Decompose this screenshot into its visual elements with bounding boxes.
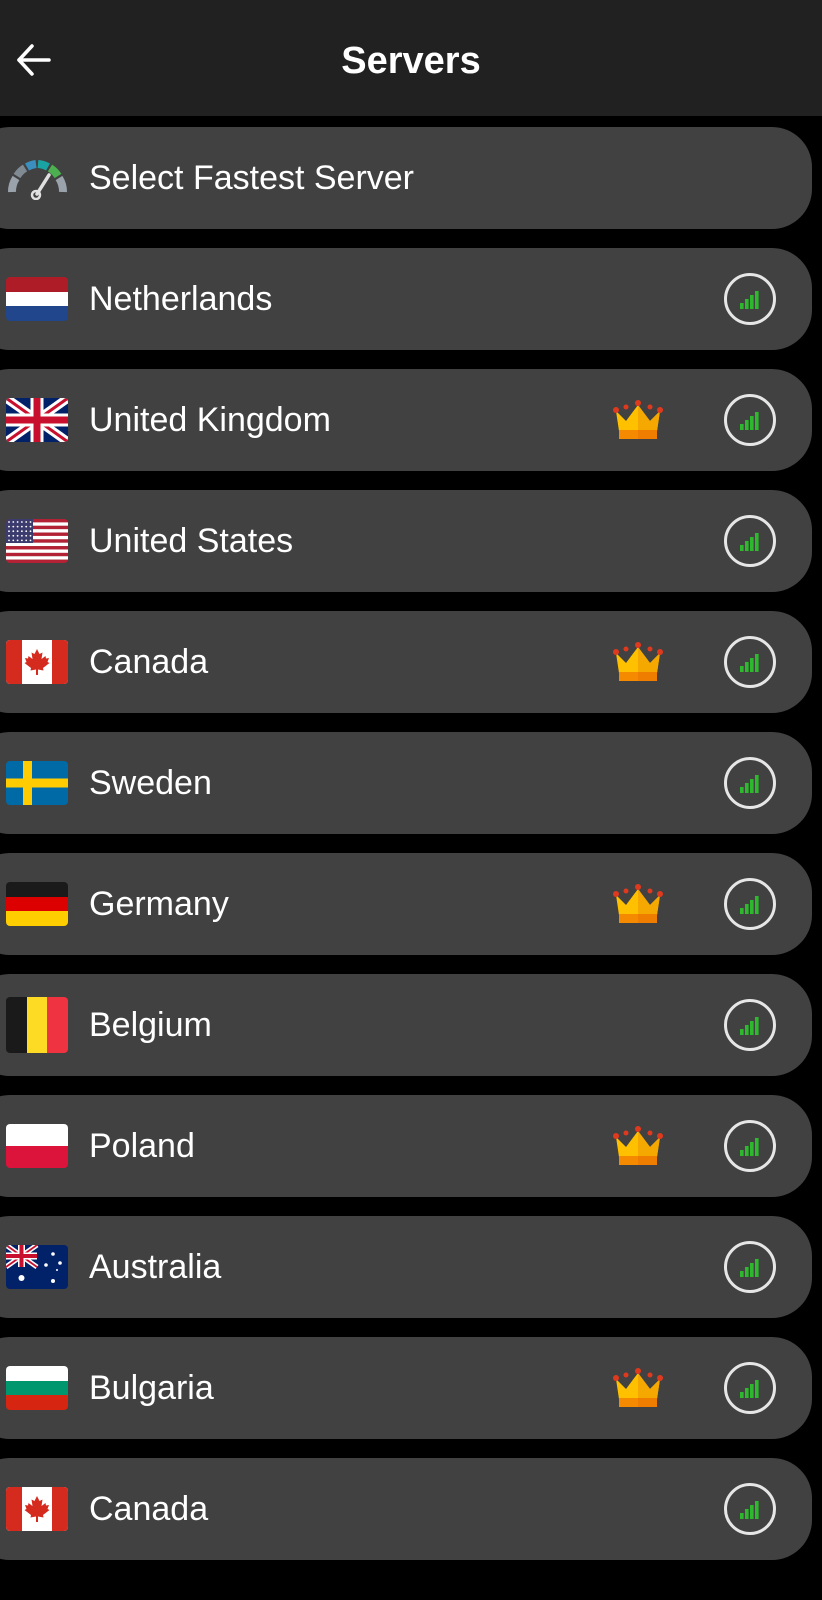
- server-name: Bulgaria: [89, 1369, 214, 1407]
- server-row[interactable]: Germany: [0, 853, 812, 955]
- crown-icon: [612, 1367, 664, 1409]
- app-header: Servers: [0, 0, 822, 116]
- server-name: Belgium: [89, 1006, 212, 1044]
- signal-strength-icon[interactable]: [723, 756, 777, 810]
- signal-strength-icon[interactable]: [723, 635, 777, 689]
- server-row[interactable]: Sweden: [0, 732, 812, 834]
- server-name: Sweden: [89, 764, 212, 802]
- server-name: Netherlands: [89, 280, 273, 318]
- signal-strength-icon[interactable]: [723, 1361, 777, 1415]
- signal-strength-icon[interactable]: [723, 514, 777, 568]
- signal-strength-icon[interactable]: [723, 1119, 777, 1173]
- flag-be-icon: [6, 997, 68, 1053]
- flag-de-icon: [6, 882, 68, 926]
- flag-au-icon: [6, 1245, 68, 1289]
- server-row[interactable]: Belgium: [0, 974, 812, 1076]
- crown-icon: [612, 399, 664, 441]
- flag-us-icon: [6, 519, 68, 563]
- server-name: Germany: [89, 885, 229, 923]
- server-row[interactable]: Poland: [0, 1095, 812, 1197]
- signal-strength-icon[interactable]: [723, 1482, 777, 1536]
- flag-uk-icon: [6, 398, 68, 442]
- flag-se-icon: [6, 761, 68, 805]
- flag-ca-icon: [6, 1487, 68, 1531]
- signal-strength-icon[interactable]: [723, 877, 777, 931]
- server-row[interactable]: United States: [0, 490, 812, 592]
- crown-icon: [612, 641, 664, 683]
- speedometer-icon: [6, 158, 68, 200]
- flag-nl-icon: [6, 277, 68, 321]
- server-name: Canada: [89, 1490, 209, 1528]
- server-row[interactable]: Netherlands: [0, 248, 812, 350]
- server-name: United States: [89, 522, 294, 560]
- signal-strength-icon[interactable]: [723, 272, 777, 326]
- server-name: Canada: [89, 643, 209, 681]
- servers-screen: Servers Select Fastest Server Netherland…: [0, 0, 822, 1600]
- signal-strength-icon[interactable]: [723, 393, 777, 447]
- crown-icon: [612, 883, 664, 925]
- server-name: Australia: [89, 1248, 222, 1286]
- server-row[interactable]: Canada: [0, 1458, 812, 1560]
- page-title: Servers: [341, 40, 481, 82]
- server-name: United Kingdom: [89, 401, 331, 439]
- flag-pl-icon: [6, 1124, 68, 1168]
- server-row[interactable]: United Kingdom: [0, 369, 812, 471]
- select-fastest-server-button[interactable]: Select Fastest Server: [0, 127, 812, 229]
- signal-strength-icon[interactable]: [723, 998, 777, 1052]
- server-row[interactable]: Australia: [0, 1216, 812, 1318]
- select-fastest-server-label: Select Fastest Server: [89, 159, 415, 197]
- signal-strength-icon[interactable]: [723, 1240, 777, 1294]
- crown-icon: [612, 1125, 664, 1167]
- server-row[interactable]: Canada: [0, 611, 812, 713]
- flag-bg-icon: [6, 1366, 68, 1410]
- server-name: Poland: [89, 1127, 195, 1165]
- server-row[interactable]: Bulgaria: [0, 1337, 812, 1439]
- flag-ca-icon: [6, 640, 68, 684]
